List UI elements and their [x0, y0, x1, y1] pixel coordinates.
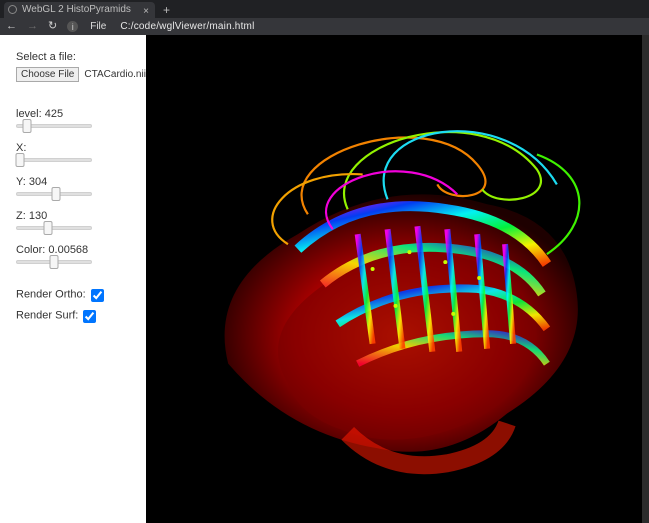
info-icon[interactable]: i [67, 21, 78, 32]
level-label: level: 425 [16, 108, 136, 120]
webgl-viewport[interactable] [146, 35, 649, 523]
level-slider-thumb[interactable] [23, 119, 32, 133]
render-ortho-label: Render Ortho: [16, 288, 86, 300]
x-label: X: [16, 142, 136, 154]
z-slider[interactable] [16, 226, 92, 230]
x-slider-thumb[interactable] [15, 153, 24, 167]
choose-file-button[interactable]: Choose File [16, 67, 79, 82]
control-panel: Select a file: Choose File CTACardio.nii… [0, 35, 146, 523]
origin-chip: File [88, 21, 110, 32]
favicon-icon [8, 5, 17, 14]
y-slider[interactable] [16, 192, 92, 196]
browser-tabstrip: WebGL 2 HistoPyramids × + [0, 0, 649, 18]
render-canvas [146, 35, 649, 523]
y-label: Y: 304 [16, 176, 136, 188]
z-label: Z: 130 [16, 210, 136, 222]
address-bar[interactable]: C:/code/wglViewer/main.html [120, 21, 643, 32]
page-body: Select a file: Choose File CTACardio.nii… [0, 35, 649, 523]
file-select-label: Select a file: [16, 51, 136, 63]
browser-tab[interactable]: WebGL 2 HistoPyramids × [4, 2, 155, 18]
back-icon[interactable]: ← [6, 21, 17, 32]
color-slider-thumb[interactable] [50, 255, 59, 269]
z-slider-thumb[interactable] [43, 221, 52, 235]
x-slider[interactable] [16, 158, 92, 162]
reload-icon[interactable]: ↻ [48, 21, 57, 32]
tab-title: WebGL 2 HistoPyramids [22, 2, 131, 18]
close-icon[interactable]: × [143, 4, 149, 20]
forward-icon[interactable]: → [27, 21, 38, 32]
color-slider[interactable] [16, 260, 92, 264]
browser-toolbar: ← → ↻ i File C:/code/wglViewer/main.html [0, 18, 649, 35]
y-slider-thumb[interactable] [51, 187, 60, 201]
level-slider[interactable] [16, 124, 92, 128]
render-ortho-checkbox[interactable] [91, 289, 104, 302]
viewport-scrollbar[interactable] [642, 35, 649, 523]
color-label: Color: 0.00568 [16, 244, 136, 256]
y-value: 304 [29, 176, 47, 188]
new-tab-button[interactable]: + [155, 2, 178, 18]
render-surf-label: Render Surf: [16, 309, 78, 321]
level-value: 425 [45, 108, 63, 120]
render-surf-checkbox[interactable] [83, 310, 96, 323]
